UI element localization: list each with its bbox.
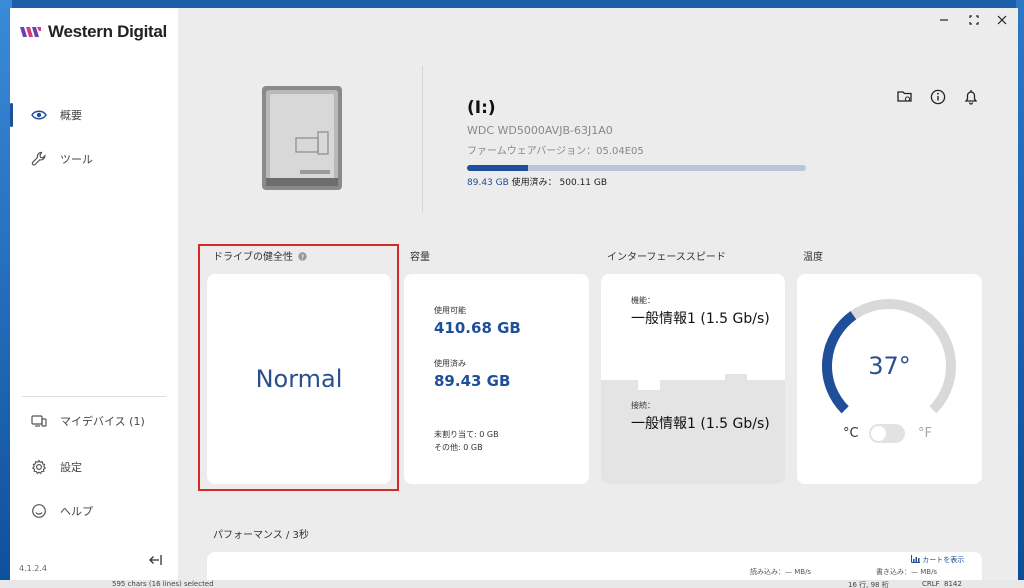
status-position: 16 行, 98 桁 [848, 581, 889, 588]
app-version: 4.1.2.4 [19, 564, 47, 573]
usage-summary: 89.43 GB 使用済み： 500.11 GB [467, 175, 607, 188]
close-icon [997, 15, 1007, 25]
temperature-card: 37° °C °F [797, 274, 982, 484]
read-speed-label: 読み込み：— MB/s [750, 568, 812, 576]
interface-notch-right [725, 374, 747, 380]
show-chart-label: カートを表示 [922, 556, 965, 564]
capacity-section-label: 容量 [410, 252, 430, 263]
sidebar-item-settings[interactable]: 設定 [10, 452, 178, 482]
wd-logo-icon [20, 27, 41, 37]
other-value: その他: 0 GB [434, 443, 483, 452]
temperature-section-label: 温度 [803, 252, 823, 263]
usage-bar [467, 165, 806, 171]
celsius-label: °C [843, 426, 859, 441]
sidebar-item-label: マイデバイス (1) [60, 415, 145, 428]
temperature-unit-toggle[interactable] [869, 424, 905, 443]
gear-icon [30, 458, 48, 476]
interface-notch-left [638, 380, 660, 390]
connection-label: 接続： [631, 401, 655, 410]
collapse-sidebar-button[interactable] [148, 552, 164, 568]
available-value: 410.68 GB [434, 319, 521, 337]
folder-eye-button[interactable] [896, 88, 914, 106]
highlight-frame [198, 244, 399, 491]
maximize-button[interactable] [966, 14, 982, 28]
devices-icon [30, 412, 48, 430]
info-icon [930, 89, 946, 105]
sidebar-divider [22, 396, 166, 397]
eye-icon [30, 106, 48, 124]
interface-card: 機能： 一般情報1 (1.5 Gb/s) 接続： 一般情報1 (1.5 Gb/s… [601, 274, 785, 484]
sidebar-item-label: ツール [60, 153, 93, 166]
interface-section-label: インターフェーススピード [607, 252, 726, 263]
status-selection: 595 chars (16 lines) selected [112, 580, 214, 588]
minimize-icon [940, 19, 948, 21]
usage-used-label: 使用済み： [511, 178, 557, 188]
wd-dashboard-window: Western Digital 概要 ツール マイデバイス (1) 設定 ヘルプ… [10, 8, 1018, 582]
drive-firmware: ファームウェアバージョン：05.04E05 [467, 146, 644, 157]
used-value: 89.43 GB [434, 372, 511, 390]
status-line-ending: CRLF [922, 580, 940, 588]
editor-status-bar: 595 chars (16 lines) selected 16 行, 98 桁… [0, 580, 1024, 588]
drive-image [260, 84, 344, 192]
collapse-arrow-icon [149, 555, 162, 565]
usage-bar-fill [467, 165, 528, 171]
sidebar-item-label: 概要 [60, 109, 82, 122]
sidebar-item-overview[interactable]: 概要 [10, 100, 178, 130]
connection-value: 一般情報1 (1.5 Gb/s) [631, 416, 770, 432]
used-label: 使用済み [434, 359, 466, 368]
notifications-button[interactable] [962, 88, 980, 106]
unallocated-value: 未割り当て: 0 GB [434, 430, 499, 439]
close-button[interactable] [994, 14, 1010, 28]
sidebar-item-tools[interactable]: ツール [10, 144, 178, 174]
drive-title: (I:) [467, 98, 496, 118]
drive-model: WDC WD5000AVJB-63J1A0 [467, 124, 613, 137]
sidebar: Western Digital 概要 ツール マイデバイス (1) 設定 ヘルプ… [10, 8, 178, 582]
temperature-gauge [822, 299, 956, 414]
folder-view-icon [897, 91, 912, 102]
chart-icon [911, 555, 920, 563]
brand-name: Western Digital [48, 22, 167, 41]
sidebar-item-my-devices[interactable]: マイデバイス (1) [10, 406, 178, 436]
temperature-value: 37° [868, 352, 911, 380]
performance-card [207, 552, 982, 582]
capability-value: 一般情報1 (1.5 Gb/s) [631, 311, 770, 327]
capability-label: 機能： [631, 296, 655, 305]
sidebar-item-label: 設定 [60, 461, 82, 474]
write-speed-label: 書き込み：— MB/s [876, 568, 938, 576]
performance-section-label: パフォーマンス / 3秒 [213, 530, 309, 541]
show-chart-link[interactable]: カートを表示 [911, 555, 964, 565]
brand-logo: Western Digital [20, 22, 167, 42]
bell-icon [964, 90, 978, 105]
sidebar-item-help[interactable]: ヘルプ [10, 496, 178, 526]
wrench-icon [30, 150, 48, 168]
fahrenheit-label: °F [918, 426, 932, 441]
usage-used-value: 89.43 GB [467, 178, 509, 188]
usage-total-value: 500.11 GB [559, 178, 608, 188]
toggle-knob [871, 426, 886, 441]
sidebar-item-label: ヘルプ [60, 505, 93, 518]
header-divider [422, 66, 423, 212]
minimize-button[interactable] [936, 14, 952, 28]
help-icon [30, 502, 48, 520]
maximize-icon [969, 15, 979, 25]
status-number: 8142 [944, 580, 962, 588]
info-button[interactable] [929, 88, 947, 106]
available-label: 使用可能 [434, 306, 466, 315]
